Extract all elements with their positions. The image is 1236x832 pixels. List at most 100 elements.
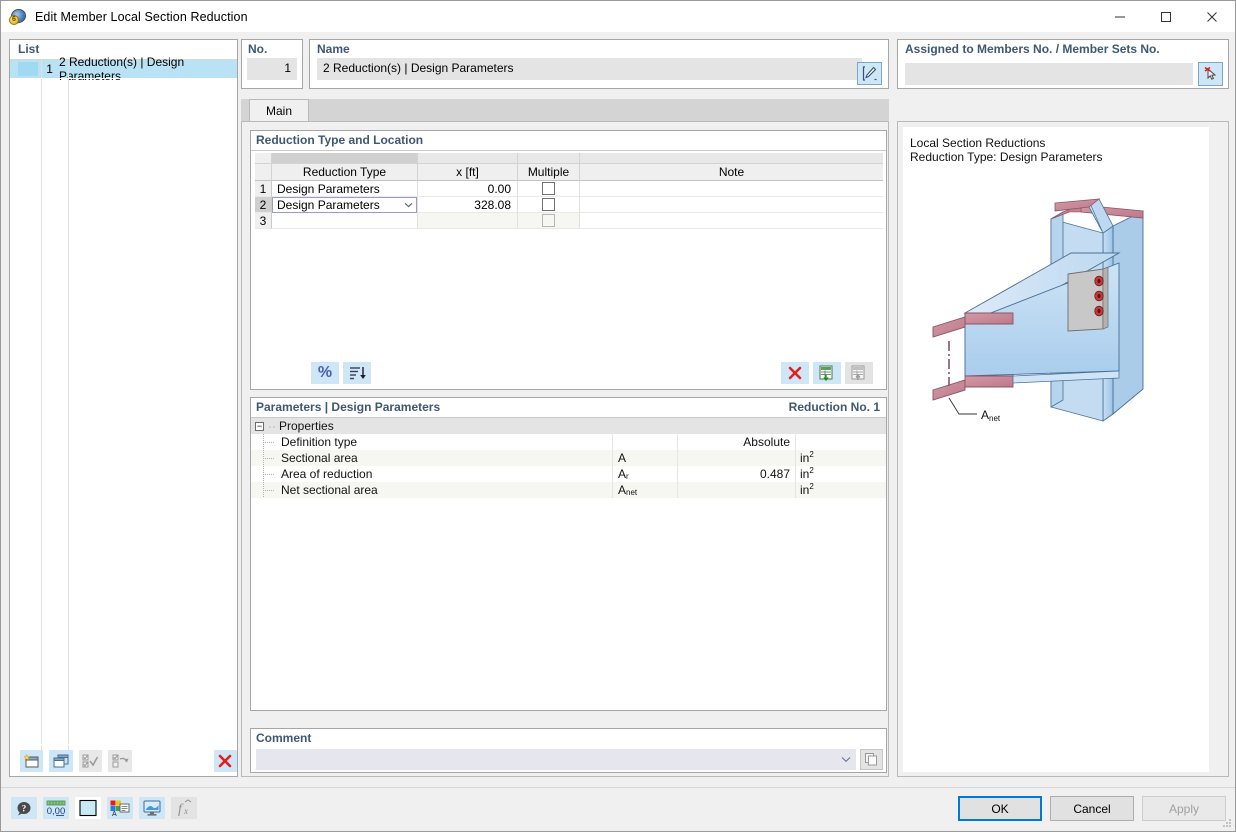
property-name-cell[interactable]: Definition type — [251, 434, 613, 450]
color-button[interactable] — [75, 797, 101, 819]
assigned-pick-button[interactable] — [1198, 62, 1223, 86]
table-row[interactable]: 3 — [255, 213, 884, 229]
comment-combo[interactable] — [256, 749, 856, 770]
cell-x[interactable]: 0.00 — [418, 181, 518, 197]
cancel-button[interactable]: Cancel — [1050, 796, 1134, 821]
legend-button[interactable]: A — [107, 797, 133, 819]
group-divider — [251, 150, 886, 151]
invert-selection-button[interactable] — [108, 750, 131, 772]
cell-reduction-type[interactable]: Design Parameters — [272, 181, 418, 197]
chevron-down-icon[interactable] — [836, 756, 856, 763]
tab-strip: Main — [241, 99, 889, 121]
delete-row-button[interactable] — [781, 362, 809, 384]
list-rows: 1 2 Reduction(s) | Design Parameters — [10, 60, 237, 78]
help-button[interactable]: ? — [11, 797, 37, 819]
property-name: Sectional area — [281, 451, 358, 465]
multiple-checkbox[interactable] — [542, 182, 555, 195]
apply-button[interactable]: Apply — [1142, 796, 1226, 821]
reduction-type-combo[interactable]: Design Parameters — [272, 197, 417, 213]
cell-x[interactable] — [418, 213, 518, 229]
property-value[interactable]: 0.487 — [678, 466, 796, 482]
table-import-icon — [817, 364, 837, 382]
name-edit-button[interactable] — [857, 62, 882, 85]
unit-exponent: 2 — [809, 482, 813, 491]
properties-tree-root[interactable]: − ·· Properties — [251, 418, 886, 434]
ok-button[interactable]: OK — [958, 796, 1042, 821]
cell-reduction-type[interactable] — [272, 213, 418, 229]
comment-library-button[interactable] — [860, 749, 883, 770]
formula-button[interactable]: f x — [171, 797, 197, 819]
col-header-note[interactable]: Note — [580, 164, 883, 181]
tab-main[interactable]: Main — [249, 99, 309, 121]
number-value[interactable]: 1 — [247, 58, 297, 80]
row-number[interactable]: 1 — [255, 181, 272, 197]
cell-reduction-type[interactable]: Design Parameters — [272, 197, 418, 213]
property-row[interactable]: Definition type Absolute — [251, 434, 886, 450]
red-x-icon — [787, 365, 803, 381]
property-name-cell[interactable]: Area of reduction — [251, 466, 613, 482]
cell-multiple[interactable] — [518, 181, 580, 197]
property-value[interactable] — [678, 482, 796, 498]
multiple-checkbox[interactable] — [542, 214, 555, 227]
row-number[interactable]: 3 — [255, 213, 272, 229]
property-row[interactable]: Area of reduction Ar 0.487 in2 — [251, 466, 886, 482]
property-name-cell[interactable]: Sectional area — [251, 450, 613, 466]
tree-connector — [255, 482, 281, 498]
property-symbol: A — [613, 450, 678, 466]
tree-root-cell[interactable]: − ·· Properties — [251, 418, 886, 434]
export-table-button[interactable] — [845, 362, 873, 384]
sort-button[interactable] — [343, 362, 371, 384]
copy-item-button[interactable] — [49, 750, 72, 772]
cell-multiple[interactable] — [518, 213, 580, 229]
property-name-cell[interactable]: Net sectional area — [251, 482, 613, 498]
select-all-button[interactable] — [79, 750, 102, 772]
row-number[interactable]: 2 — [255, 197, 272, 213]
properties-tree: − ·· Properties Definition type Absolute… — [251, 418, 886, 498]
name-box: Name 2 Reduction(s) | Design Parameters — [309, 39, 889, 89]
close-button[interactable] — [1189, 1, 1235, 32]
name-input[interactable]: 2 Reduction(s) | Design Parameters — [317, 58, 862, 80]
percent-button[interactable]: % — [311, 362, 339, 384]
svg-text:?: ? — [22, 803, 27, 813]
band-x — [418, 153, 518, 164]
preview-canvas[interactable]: Local Section Reductions Reduction Type:… — [903, 127, 1209, 772]
band-multiple — [518, 153, 580, 164]
tree-connector — [255, 434, 281, 450]
list-item[interactable]: 1 2 Reduction(s) | Design Parameters — [10, 60, 237, 78]
col-header-x[interactable]: x [ft] — [418, 164, 518, 181]
assigned-input[interactable] — [905, 63, 1193, 85]
new-item-button[interactable] — [20, 750, 43, 772]
collapse-expander-icon[interactable]: − — [255, 422, 264, 431]
delete-item-button[interactable] — [214, 750, 237, 772]
bolt-group — [1095, 276, 1103, 316]
table-row[interactable]: 2 Design Parameters 328.08 — [255, 197, 884, 213]
decimal-places-button[interactable]: 0,00 — [43, 797, 69, 819]
table-header-row: Reduction Type x [ft] Multiple Note — [255, 164, 884, 181]
property-row[interactable]: Sectional area A in2 — [251, 450, 886, 466]
multiple-checkbox[interactable] — [542, 198, 555, 211]
property-value[interactable]: Absolute — [678, 434, 796, 450]
col-header-corner — [255, 164, 272, 181]
col-header-multiple[interactable]: Multiple — [518, 164, 580, 181]
maximize-button[interactable] — [1143, 1, 1189, 32]
import-table-button[interactable] — [813, 362, 841, 384]
display-button[interactable] — [139, 797, 165, 819]
table-row[interactable]: 1 Design Parameters 0.00 — [255, 181, 884, 197]
cell-note[interactable] — [580, 213, 883, 229]
property-name: Definition type — [281, 435, 357, 449]
property-value[interactable] — [678, 450, 796, 466]
cell-multiple[interactable] — [518, 197, 580, 213]
col-header-reduction-type[interactable]: Reduction Type — [272, 164, 418, 181]
cell-note[interactable] — [580, 197, 883, 213]
unit-exponent: 2 — [809, 450, 813, 459]
copy-pages-icon — [864, 752, 879, 767]
cell-x[interactable]: 328.08 — [418, 197, 518, 213]
chevron-down-icon[interactable] — [400, 202, 416, 208]
cell-note[interactable] — [580, 181, 883, 197]
connection-plate — [1068, 267, 1108, 331]
comment-group: Comment — [250, 728, 887, 773]
minimize-button[interactable] — [1097, 1, 1143, 32]
tree-dash: ·· — [268, 419, 276, 433]
resize-grip[interactable] — [1221, 817, 1233, 829]
property-row[interactable]: Net sectional area Anet in2 — [251, 482, 886, 498]
